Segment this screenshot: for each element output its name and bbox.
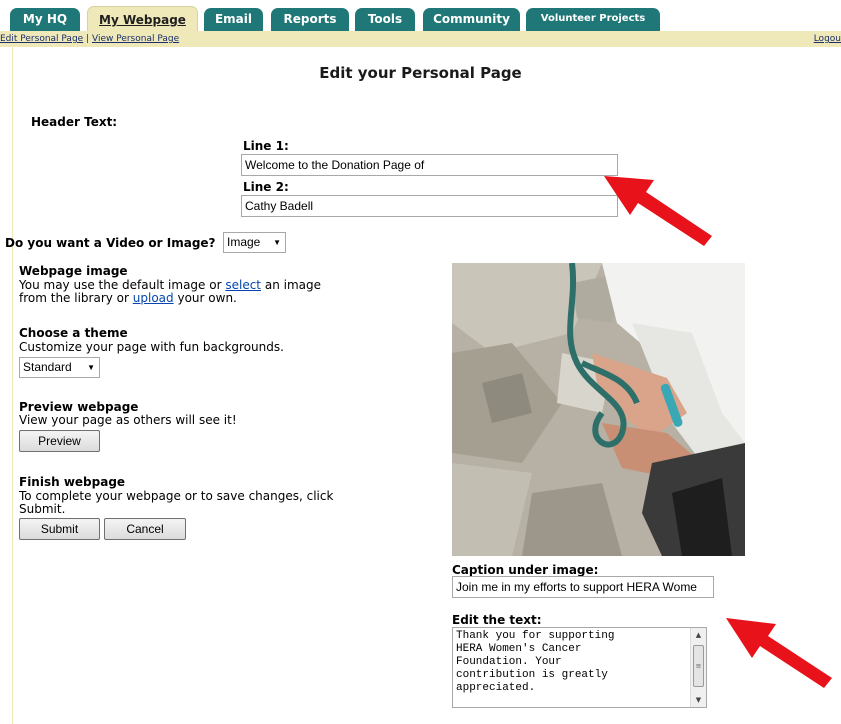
webpage-image-text: from the library or xyxy=(19,291,129,305)
tab-volunteer-projects[interactable]: Volunteer Projects xyxy=(526,8,660,31)
webpage-image-title: Webpage image xyxy=(19,264,128,278)
video-image-selected-value: Image xyxy=(227,235,261,249)
chevron-down-icon: ▼ xyxy=(87,363,95,372)
line1-input[interactable]: Welcome to the Donation Page of xyxy=(241,154,618,176)
scroll-thumb[interactable]: ≡ xyxy=(693,645,704,687)
finish-webpage-desc: To complete your webpage or to save chan… xyxy=(19,489,334,503)
line1-label: Line 1: xyxy=(243,139,289,153)
edit-text-label: Edit the text: xyxy=(452,613,542,627)
tab-email[interactable]: Email xyxy=(204,8,263,31)
choose-theme-title: Choose a theme xyxy=(19,326,128,340)
video-or-image-label: Do you want a Video or Image? xyxy=(5,236,216,250)
tab-community[interactable]: Community xyxy=(423,8,520,31)
sub-navigation: Edit Personal Page | View Personal Page … xyxy=(0,31,841,47)
subnav-separator: | xyxy=(86,34,90,44)
webpage-image-text: an image xyxy=(264,278,321,292)
finish-webpage-desc-2: Submit. xyxy=(19,502,66,516)
tab-my-webpage[interactable]: My Webpage xyxy=(87,6,198,32)
video-image-select[interactable]: Image ▼ xyxy=(223,232,286,253)
line2-label: Line 2: xyxy=(243,180,289,194)
tab-my-hq[interactable]: My HQ xyxy=(10,8,80,31)
edit-personal-page-link[interactable]: Edit Personal Page xyxy=(0,34,83,44)
top-navigation: My HQ My Webpage Email Reports Tools Com… xyxy=(0,0,841,32)
preview-webpage-title: Preview webpage xyxy=(19,400,139,414)
preview-webpage-desc: View your page as others will see it! xyxy=(19,413,237,427)
upload-image-link[interactable]: upload xyxy=(133,291,174,305)
select-image-link[interactable]: select xyxy=(225,278,261,292)
red-arrow-icon xyxy=(604,176,712,246)
theme-select[interactable]: Standard ▼ xyxy=(19,357,100,378)
red-arrow-icon xyxy=(726,618,832,688)
preview-button[interactable]: Preview xyxy=(19,430,100,452)
header-text-label: Header Text: xyxy=(31,115,118,129)
edit-text-textarea[interactable]: Thank you for supporting HERA Women's Ca… xyxy=(452,627,707,708)
choose-theme-desc: Customize your page with fun backgrounds… xyxy=(19,340,284,354)
climbing-photo xyxy=(452,263,745,556)
submit-button[interactable]: Submit xyxy=(19,518,100,540)
view-personal-page-link[interactable]: View Personal Page xyxy=(92,34,179,44)
theme-selected-value: Standard xyxy=(23,360,72,374)
webpage-image-preview xyxy=(452,263,745,556)
scroll-down-icon[interactable]: ▼ xyxy=(691,693,706,707)
cancel-button[interactable]: Cancel xyxy=(104,518,186,540)
webpage-image-text: You may use the default image or xyxy=(19,278,222,292)
webpage-image-text: your own. xyxy=(177,291,237,305)
webpage-image-desc-line1: You may use the default image or select … xyxy=(19,278,321,292)
webpage-image-desc-line2: from the library or upload your own. xyxy=(19,291,237,305)
logout-link[interactable]: Logou xyxy=(814,31,841,47)
caption-label: Caption under image: xyxy=(452,563,599,577)
scroll-up-icon[interactable]: ▲ xyxy=(691,628,706,642)
left-border-rule xyxy=(12,47,13,724)
line2-input[interactable]: Cathy Badell xyxy=(241,195,618,217)
tab-tools[interactable]: Tools xyxy=(355,8,415,31)
caption-input[interactable]: Join me in my efforts to support HERA Wo… xyxy=(452,576,714,598)
textarea-scrollbar[interactable]: ▲ ≡ ▼ xyxy=(690,628,706,707)
finish-webpage-title: Finish webpage xyxy=(19,475,126,489)
chevron-down-icon: ▼ xyxy=(273,238,281,247)
page-title: Edit your Personal Page xyxy=(319,64,522,82)
tab-reports[interactable]: Reports xyxy=(271,8,349,31)
